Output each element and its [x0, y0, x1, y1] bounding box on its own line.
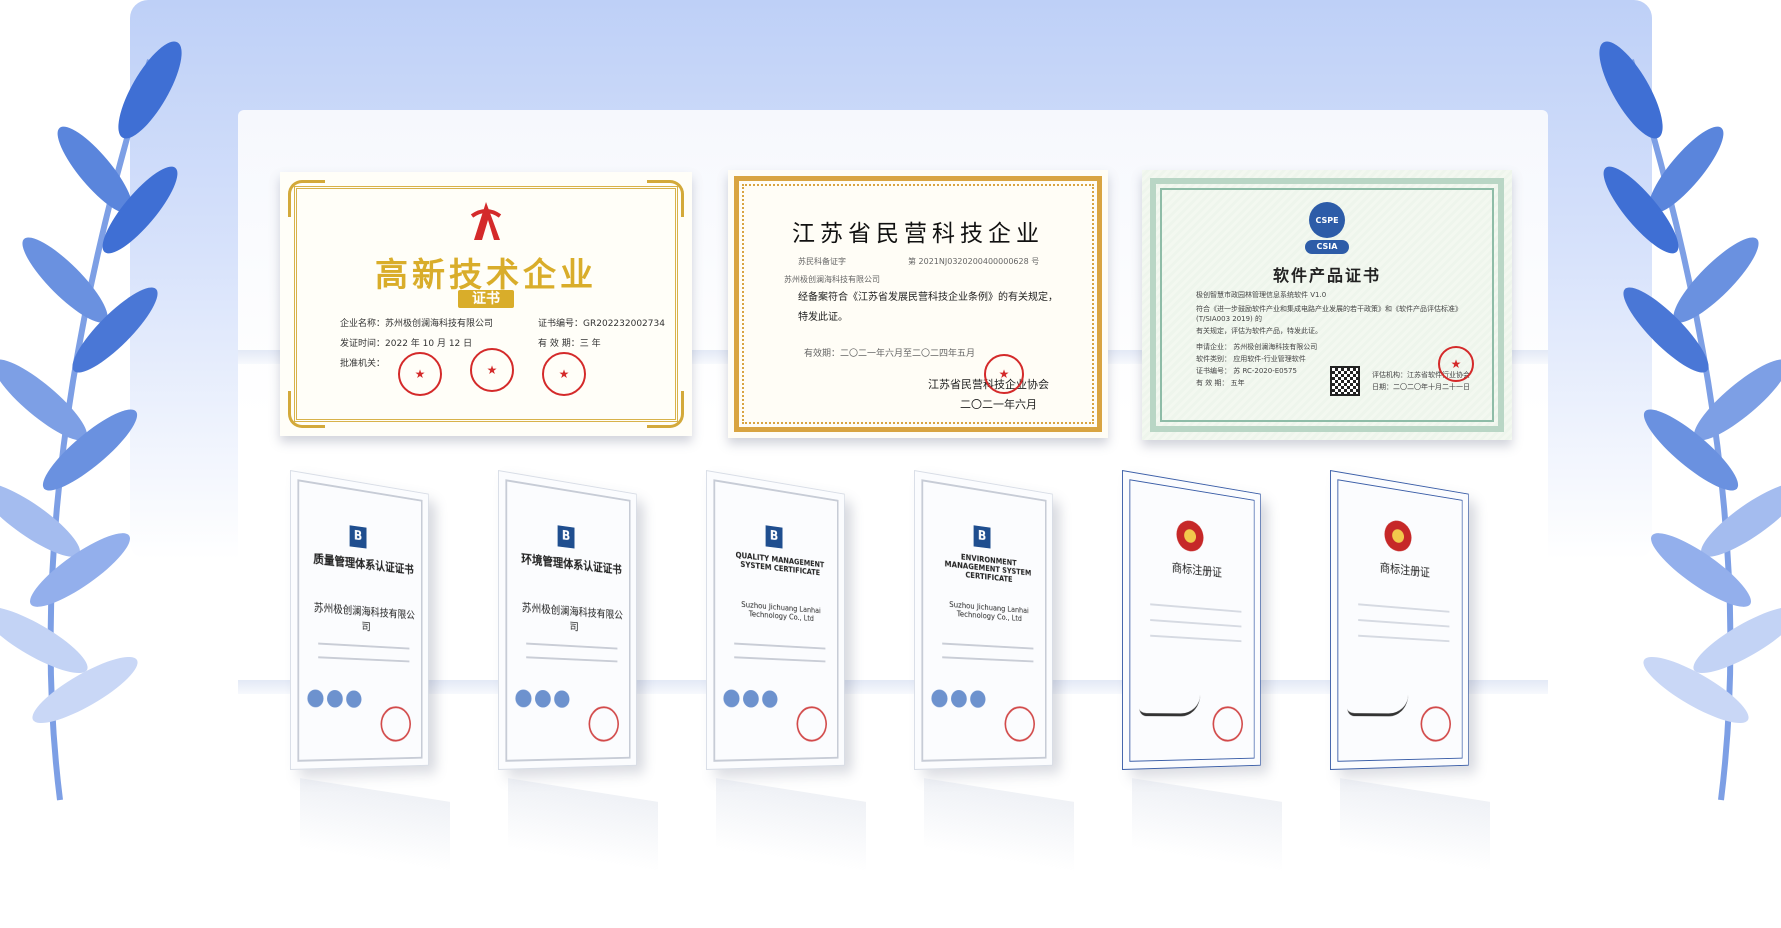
red-seal-icon: ★	[542, 352, 586, 396]
certification-logo-icon: B	[557, 525, 575, 549]
environment-management-certificate-en: B ENVIRONMENT MANAGEMENT SYSTEM CERTIFIC…	[914, 470, 1053, 770]
quality-management-certificate-en: B QUALITY MANAGEMENT SYSTEM CERTIFICATE …	[706, 470, 845, 770]
record-label: 苏民科备证字	[798, 257, 846, 266]
accreditation-marks-icon	[307, 689, 362, 708]
accreditation-marks-icon	[931, 689, 986, 708]
cert-line: 符合《进一步鼓励软件产业和集成电路产业发展的若干政策》和《软件产品评估标准》(T…	[1196, 305, 1462, 323]
environment-management-certificate: B 环境管理体系认证证书 苏州极创澜海科技有限公司	[498, 470, 637, 770]
red-seal-icon	[380, 706, 411, 742]
record-no: 第 2021NJ0320200400000628 号	[908, 257, 1040, 266]
valid-label: 有 效 期：	[538, 339, 580, 349]
high-tech-logo-icon	[470, 202, 502, 240]
signature-icon	[1347, 693, 1409, 717]
red-seal-icon: ★	[1438, 346, 1474, 382]
cert-line: 有关规定，评估为软件产品，特发此证。	[1196, 327, 1322, 335]
laurel-right-icon	[1599, 41, 1781, 801]
signature-icon	[1139, 693, 1201, 717]
cspe-badge-icon: CSPE	[1309, 202, 1345, 238]
software-product-certificate: CSPE CSIA 软件产品证书 极创智慧市政园林管理信息系统软件 V1.0 符…	[1142, 170, 1512, 440]
quality-management-certificate: B 质量管理体系认证证书 苏州极创澜海科技有限公司	[290, 470, 429, 770]
cert-line: 极创智慧市政园林管理信息系统软件 V1.0	[1196, 291, 1327, 299]
trademark-registration-certificate: 商标注册证	[1330, 470, 1469, 770]
red-seal-icon: ★	[984, 354, 1024, 394]
certification-logo-icon: B	[973, 525, 991, 549]
red-seal-icon: ★	[398, 352, 442, 396]
cert-line: 证书编号： 苏 RC-2020-E0575	[1196, 367, 1297, 375]
red-seal-icon	[796, 706, 827, 742]
red-seal-icon	[1420, 706, 1451, 742]
certification-logo-icon: B	[765, 525, 783, 549]
company-label: 企业名称：	[340, 319, 386, 329]
issue-date: 日期：二〇二〇年十月二十一日	[1372, 383, 1470, 391]
certificate-subtitle: 证书	[458, 290, 514, 308]
valid-period: 有效期：二〇二一年六月至二〇二四年五月	[804, 349, 976, 359]
cert-no-label: 证书编号：	[538, 319, 584, 329]
accreditation-marks-icon	[723, 689, 778, 708]
issue-label: 发证时间：	[340, 339, 386, 349]
csia-badge-icon: CSIA	[1305, 240, 1349, 254]
laurel-left-icon	[0, 41, 182, 801]
cert-line: 软件类别： 应用软件-行业管理软件	[1196, 355, 1306, 363]
certificate-title: 软件产品证书	[1272, 266, 1381, 285]
certificate-title: 江苏省民营科技企业	[792, 221, 1044, 247]
authority-label: 批准机关：	[340, 359, 386, 369]
trademark-registration-certificate: 商标注册证	[1122, 470, 1261, 770]
issue-date: 二〇二一年六月	[960, 398, 1037, 411]
issue-date: 2022 年 10 月 12 日	[385, 339, 473, 349]
company-name: 苏州极创澜海科技有限公司	[385, 319, 494, 329]
valid-period: 三 年	[579, 339, 601, 349]
cert-line: 申请企业： 苏州极创澜海科技有限公司	[1196, 343, 1318, 351]
red-seal-icon	[1212, 706, 1243, 742]
accreditation-marks-icon	[515, 689, 570, 708]
company-name: 苏州极创澜海科技有限公司	[784, 275, 880, 284]
certification-logo-icon: B	[349, 525, 367, 549]
high-tech-enterprise-certificate: 高新技术企业 证书 企业名称：苏州极创澜海科技有限公司 证书编号：GR20223…	[280, 172, 692, 436]
private-tech-enterprise-certificate: 江苏省民营科技企业 苏民科备证字 第 2021NJ032020040000062…	[728, 170, 1108, 438]
certificate-body: 经备案符合《江苏省发展民营科技企业条例》的有关规定，特发此证。	[798, 292, 1058, 323]
red-seal-icon	[588, 706, 619, 742]
red-seal-icon: ★	[470, 348, 514, 392]
red-seal-icon	[1004, 706, 1035, 742]
qr-code-icon	[1330, 366, 1360, 396]
cert-no: GR202232002734	[583, 319, 665, 329]
cert-line: 有 效 期： 五年	[1196, 379, 1245, 387]
